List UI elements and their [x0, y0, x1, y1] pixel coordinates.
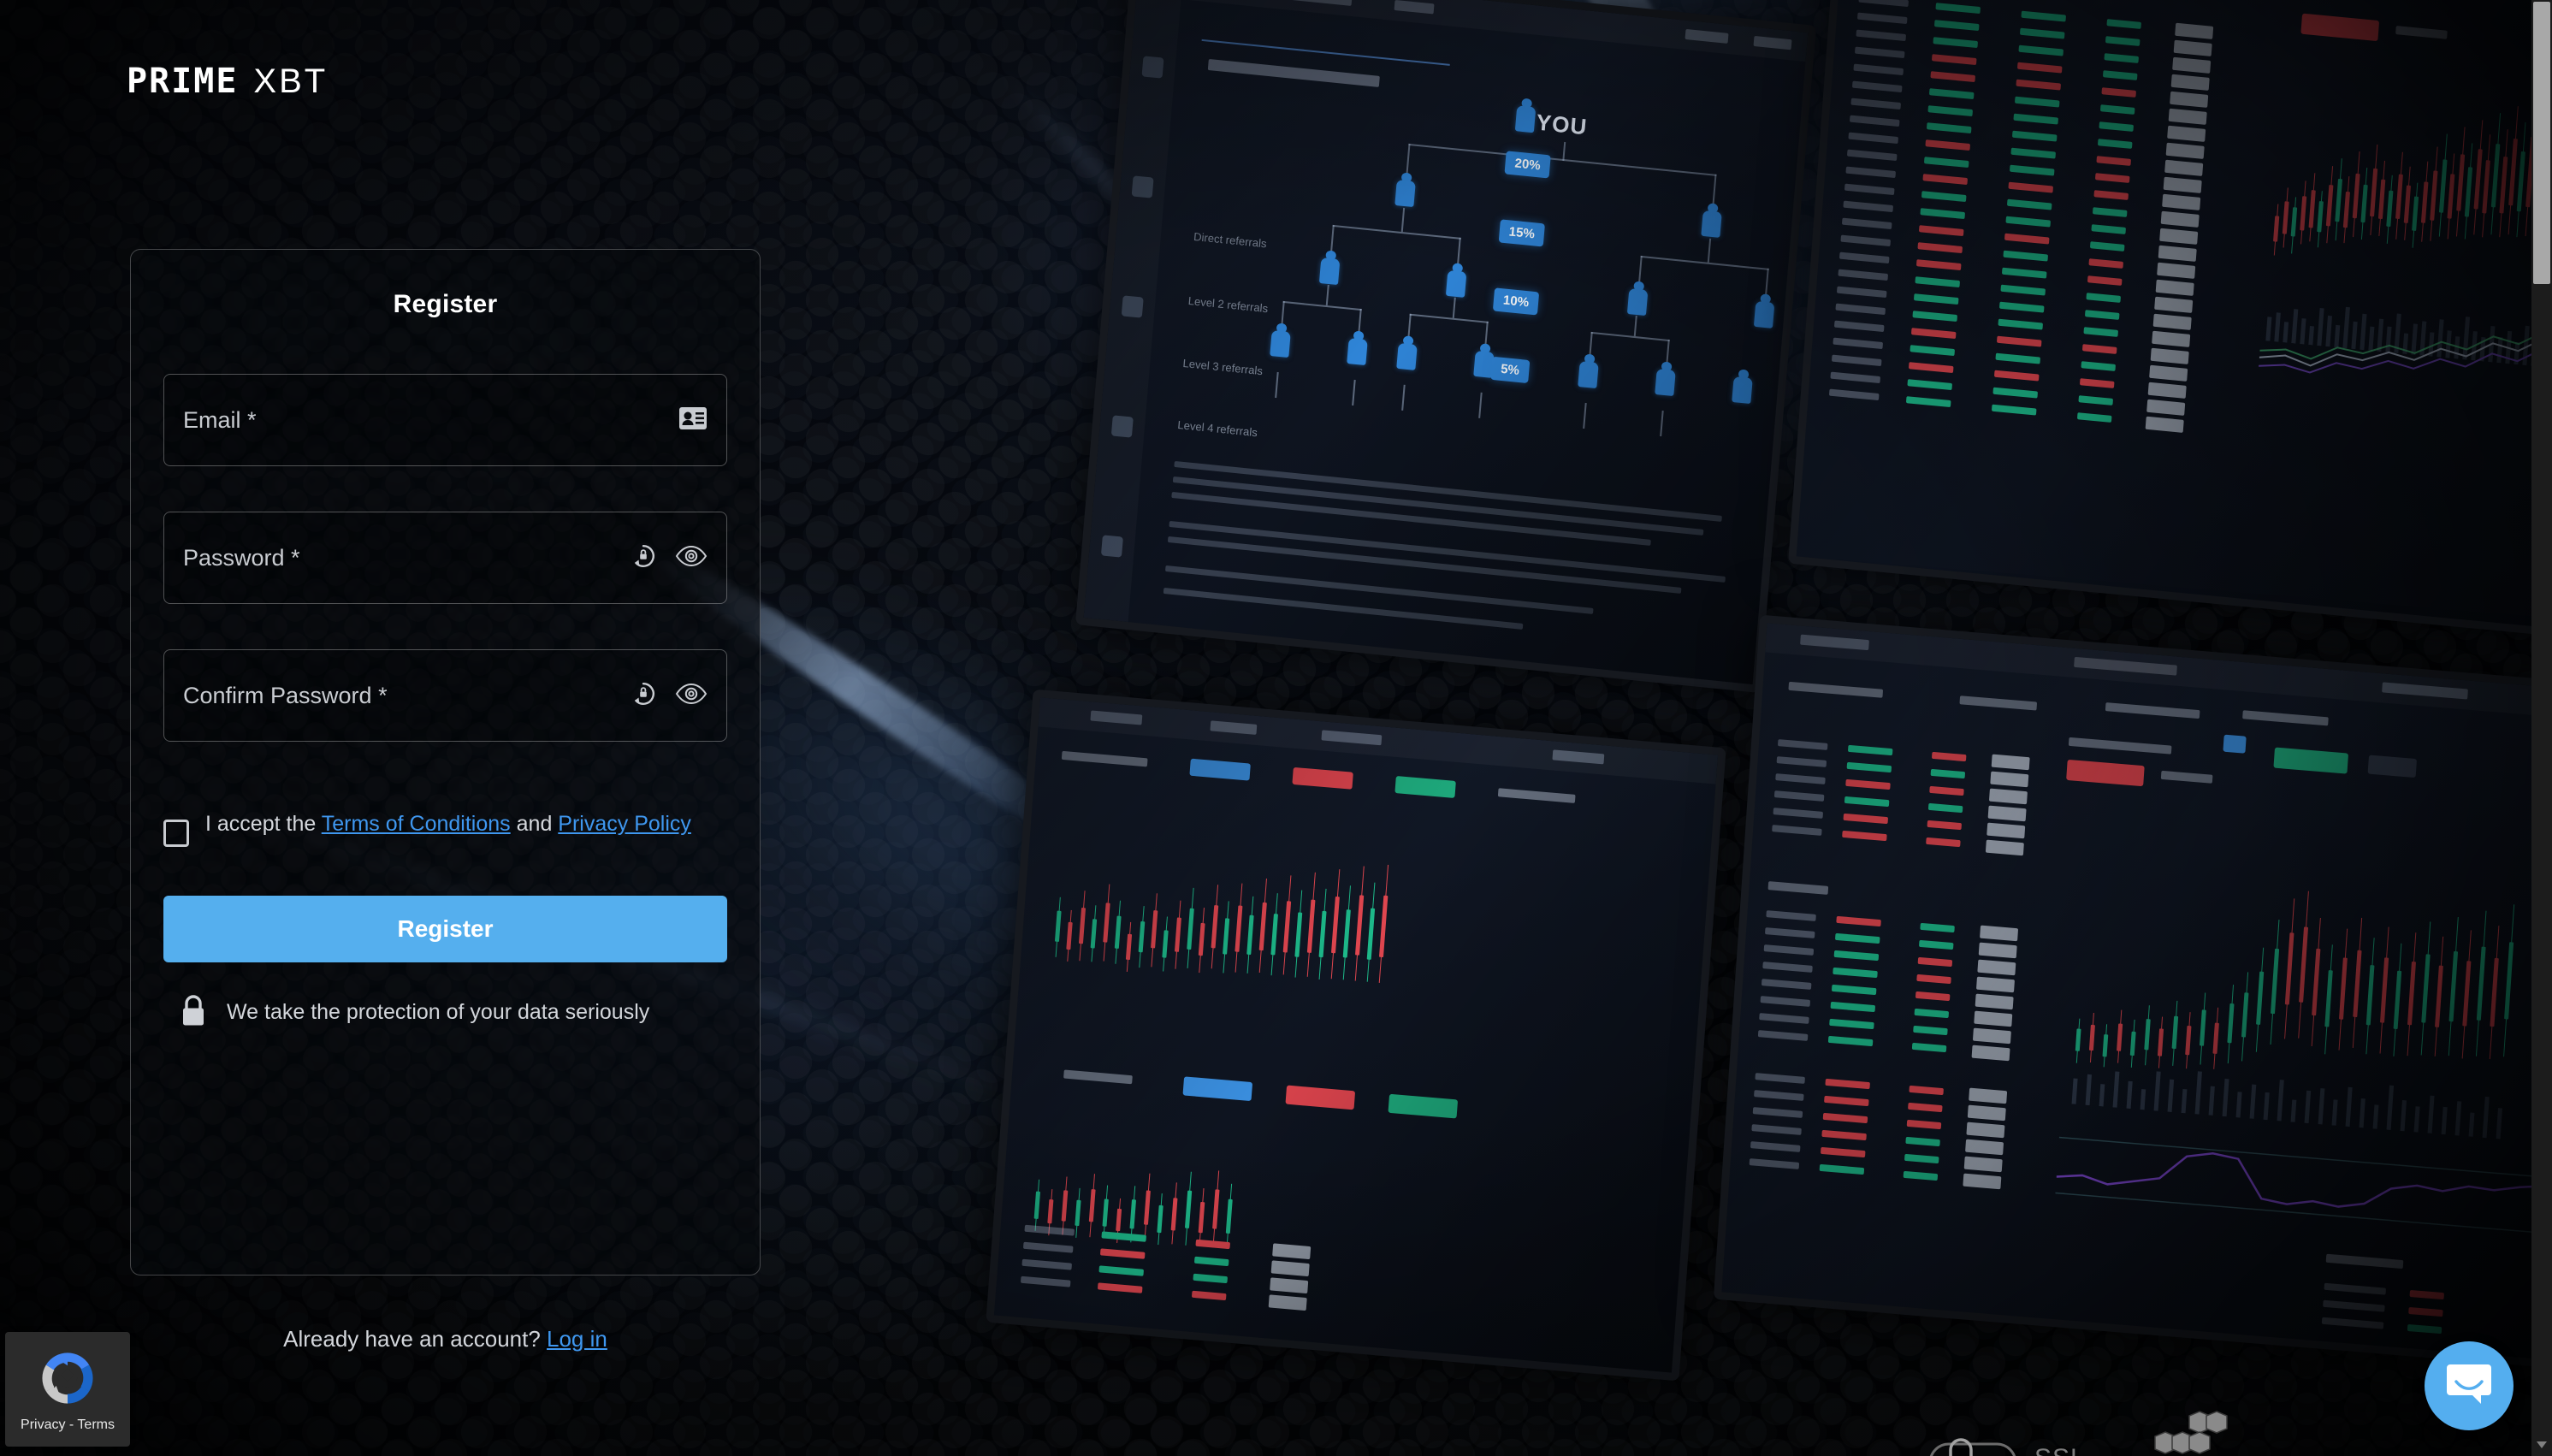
padlock-badge-icon [1925, 1429, 2019, 1456]
scrollbar-thumb[interactable] [2533, 2, 2550, 284]
data-protection-note: We take the protection of your data seri… [163, 993, 727, 1032]
intercom-chat-launcher[interactable] [2425, 1341, 2514, 1430]
trust-badges: SSL amazon [1925, 1410, 2306, 1456]
privacy-policy-link[interactable]: Privacy Policy [558, 812, 691, 836]
register-card: Register Email * Password * Confirm Pass… [130, 249, 761, 1275]
logo-primary-text: PRIME [127, 62, 239, 101]
page-title: Register [393, 290, 498, 318]
protection-note-text: We take the protection of your data seri… [227, 1000, 650, 1024]
ssl-badge: SSL [1925, 1429, 2086, 1456]
aws-badge: amazon [2154, 1410, 2306, 1456]
password-field[interactable]: Password * [163, 512, 727, 604]
confirm-password-field-label: Confirm Password * [183, 682, 388, 708]
password-field-label: Password * [183, 544, 300, 571]
intercom-chat-bubble-icon [2445, 1361, 2493, 1412]
recaptcha-logo-icon [36, 1347, 99, 1414]
padlock-icon [179, 993, 208, 1032]
terms-conjunction: and [510, 812, 559, 836]
register-submit-button[interactable]: Register [163, 896, 727, 962]
contact-card-icon[interactable] [678, 406, 708, 435]
confirm-password-field[interactable]: Confirm Password * [163, 649, 727, 742]
recaptcha-label[interactable]: Privacy - Terms [21, 1418, 115, 1433]
recaptcha-badge[interactable]: Privacy - Terms [5, 1332, 130, 1447]
show-password-eye-icon[interactable] [675, 545, 708, 571]
terms-prefix: I accept the [205, 812, 322, 836]
terms-text: I accept the Terms of Conditions and Pri… [205, 807, 691, 840]
generate-password-icon[interactable] [631, 543, 656, 573]
logo-secondary-text: XBT [253, 62, 329, 100]
terms-of-conditions-link[interactable]: Terms of Conditions [322, 812, 511, 836]
login-link[interactable]: Log in [547, 1326, 607, 1352]
email-field-label: Email * [183, 406, 257, 433]
scrollbar-track[interactable] [2531, 0, 2552, 1456]
brand-logo[interactable]: PRIME XBT [127, 62, 328, 101]
show-password-eye-icon[interactable] [675, 683, 708, 709]
scrollbar-arrow-down-icon[interactable] [2531, 1434, 2552, 1456]
login-prompt-text: Already have an account? [283, 1326, 548, 1352]
generate-password-icon[interactable] [631, 681, 656, 711]
email-field[interactable]: Email * [163, 374, 727, 466]
page-root: Direct referrals Level 2 referrals Level… [0, 0, 2552, 1456]
terms-row: I accept the Terms of Conditions and Pri… [163, 807, 727, 847]
terms-checkbox[interactable] [163, 820, 189, 847]
ssl-label: SSL [2034, 1444, 2086, 1456]
login-prompt-row: Already have an account? Log in [130, 1326, 761, 1352]
